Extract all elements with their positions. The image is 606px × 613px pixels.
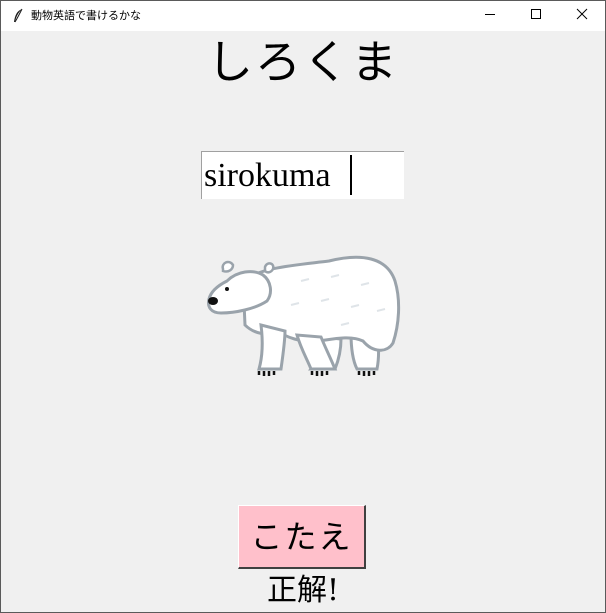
question-label: しろくま (207, 35, 399, 89)
feather-icon (11, 8, 25, 24)
text-cursor (350, 155, 352, 195)
close-button[interactable] (559, 1, 605, 31)
app-content: しろくま sirokuma こたえ 正解! (1, 31, 605, 612)
minimize-button[interactable] (467, 1, 513, 31)
title-bar[interactable]: 動物英語で書けるかな (1, 1, 605, 31)
close-icon (576, 7, 588, 25)
answer-input[interactable] (201, 151, 404, 199)
maximize-icon (530, 7, 542, 25)
answer-button[interactable]: こたえ (238, 505, 366, 569)
maximize-button[interactable] (513, 1, 559, 31)
result-label: 正解! (266, 573, 340, 608)
window-title: 動物英語で書けるかな (31, 9, 141, 22)
polar-bear-image (201, 241, 401, 377)
minimize-icon (484, 7, 496, 25)
app-window: 動物英語で書けるかな しろくま sirokuma こたえ 正解! (0, 0, 606, 613)
